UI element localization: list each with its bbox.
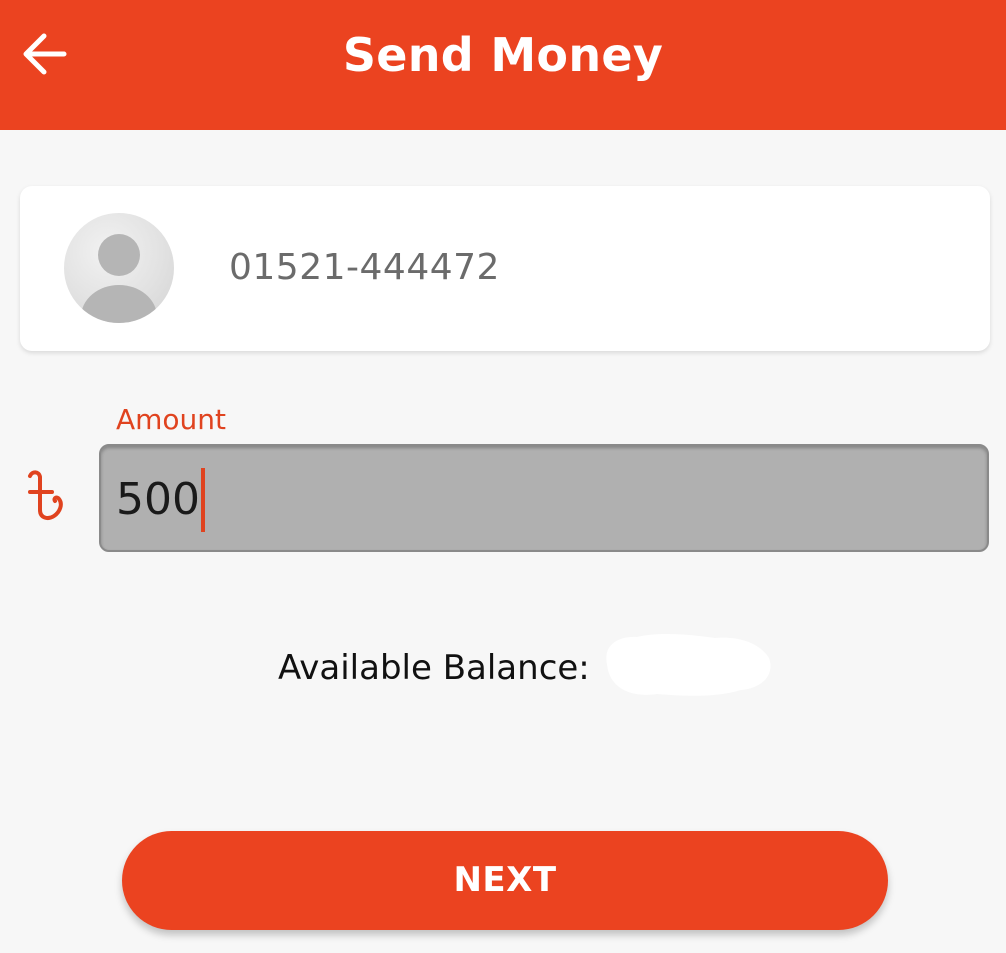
page-title: Send Money	[342, 28, 664, 82]
app-header: Send Money	[0, 0, 1006, 130]
amount-value-wrap: 500	[116, 468, 205, 532]
balance-row: Available Balance:	[0, 634, 1006, 698]
amount-input[interactable]: 500	[99, 444, 989, 552]
taka-icon	[28, 470, 63, 520]
recipient-card: 01521-444472	[20, 186, 990, 351]
amount-label: Amount	[116, 403, 227, 436]
text-caret	[200, 468, 205, 532]
recipient-phone: 01521-444472	[229, 247, 500, 288]
next-button[interactable]: NEXT	[122, 831, 888, 930]
redaction-mark	[606, 634, 771, 696]
user-avatar-icon	[64, 213, 174, 323]
available-balance-label: Available Balance:	[278, 648, 590, 688]
amount-value: 500	[116, 474, 200, 525]
